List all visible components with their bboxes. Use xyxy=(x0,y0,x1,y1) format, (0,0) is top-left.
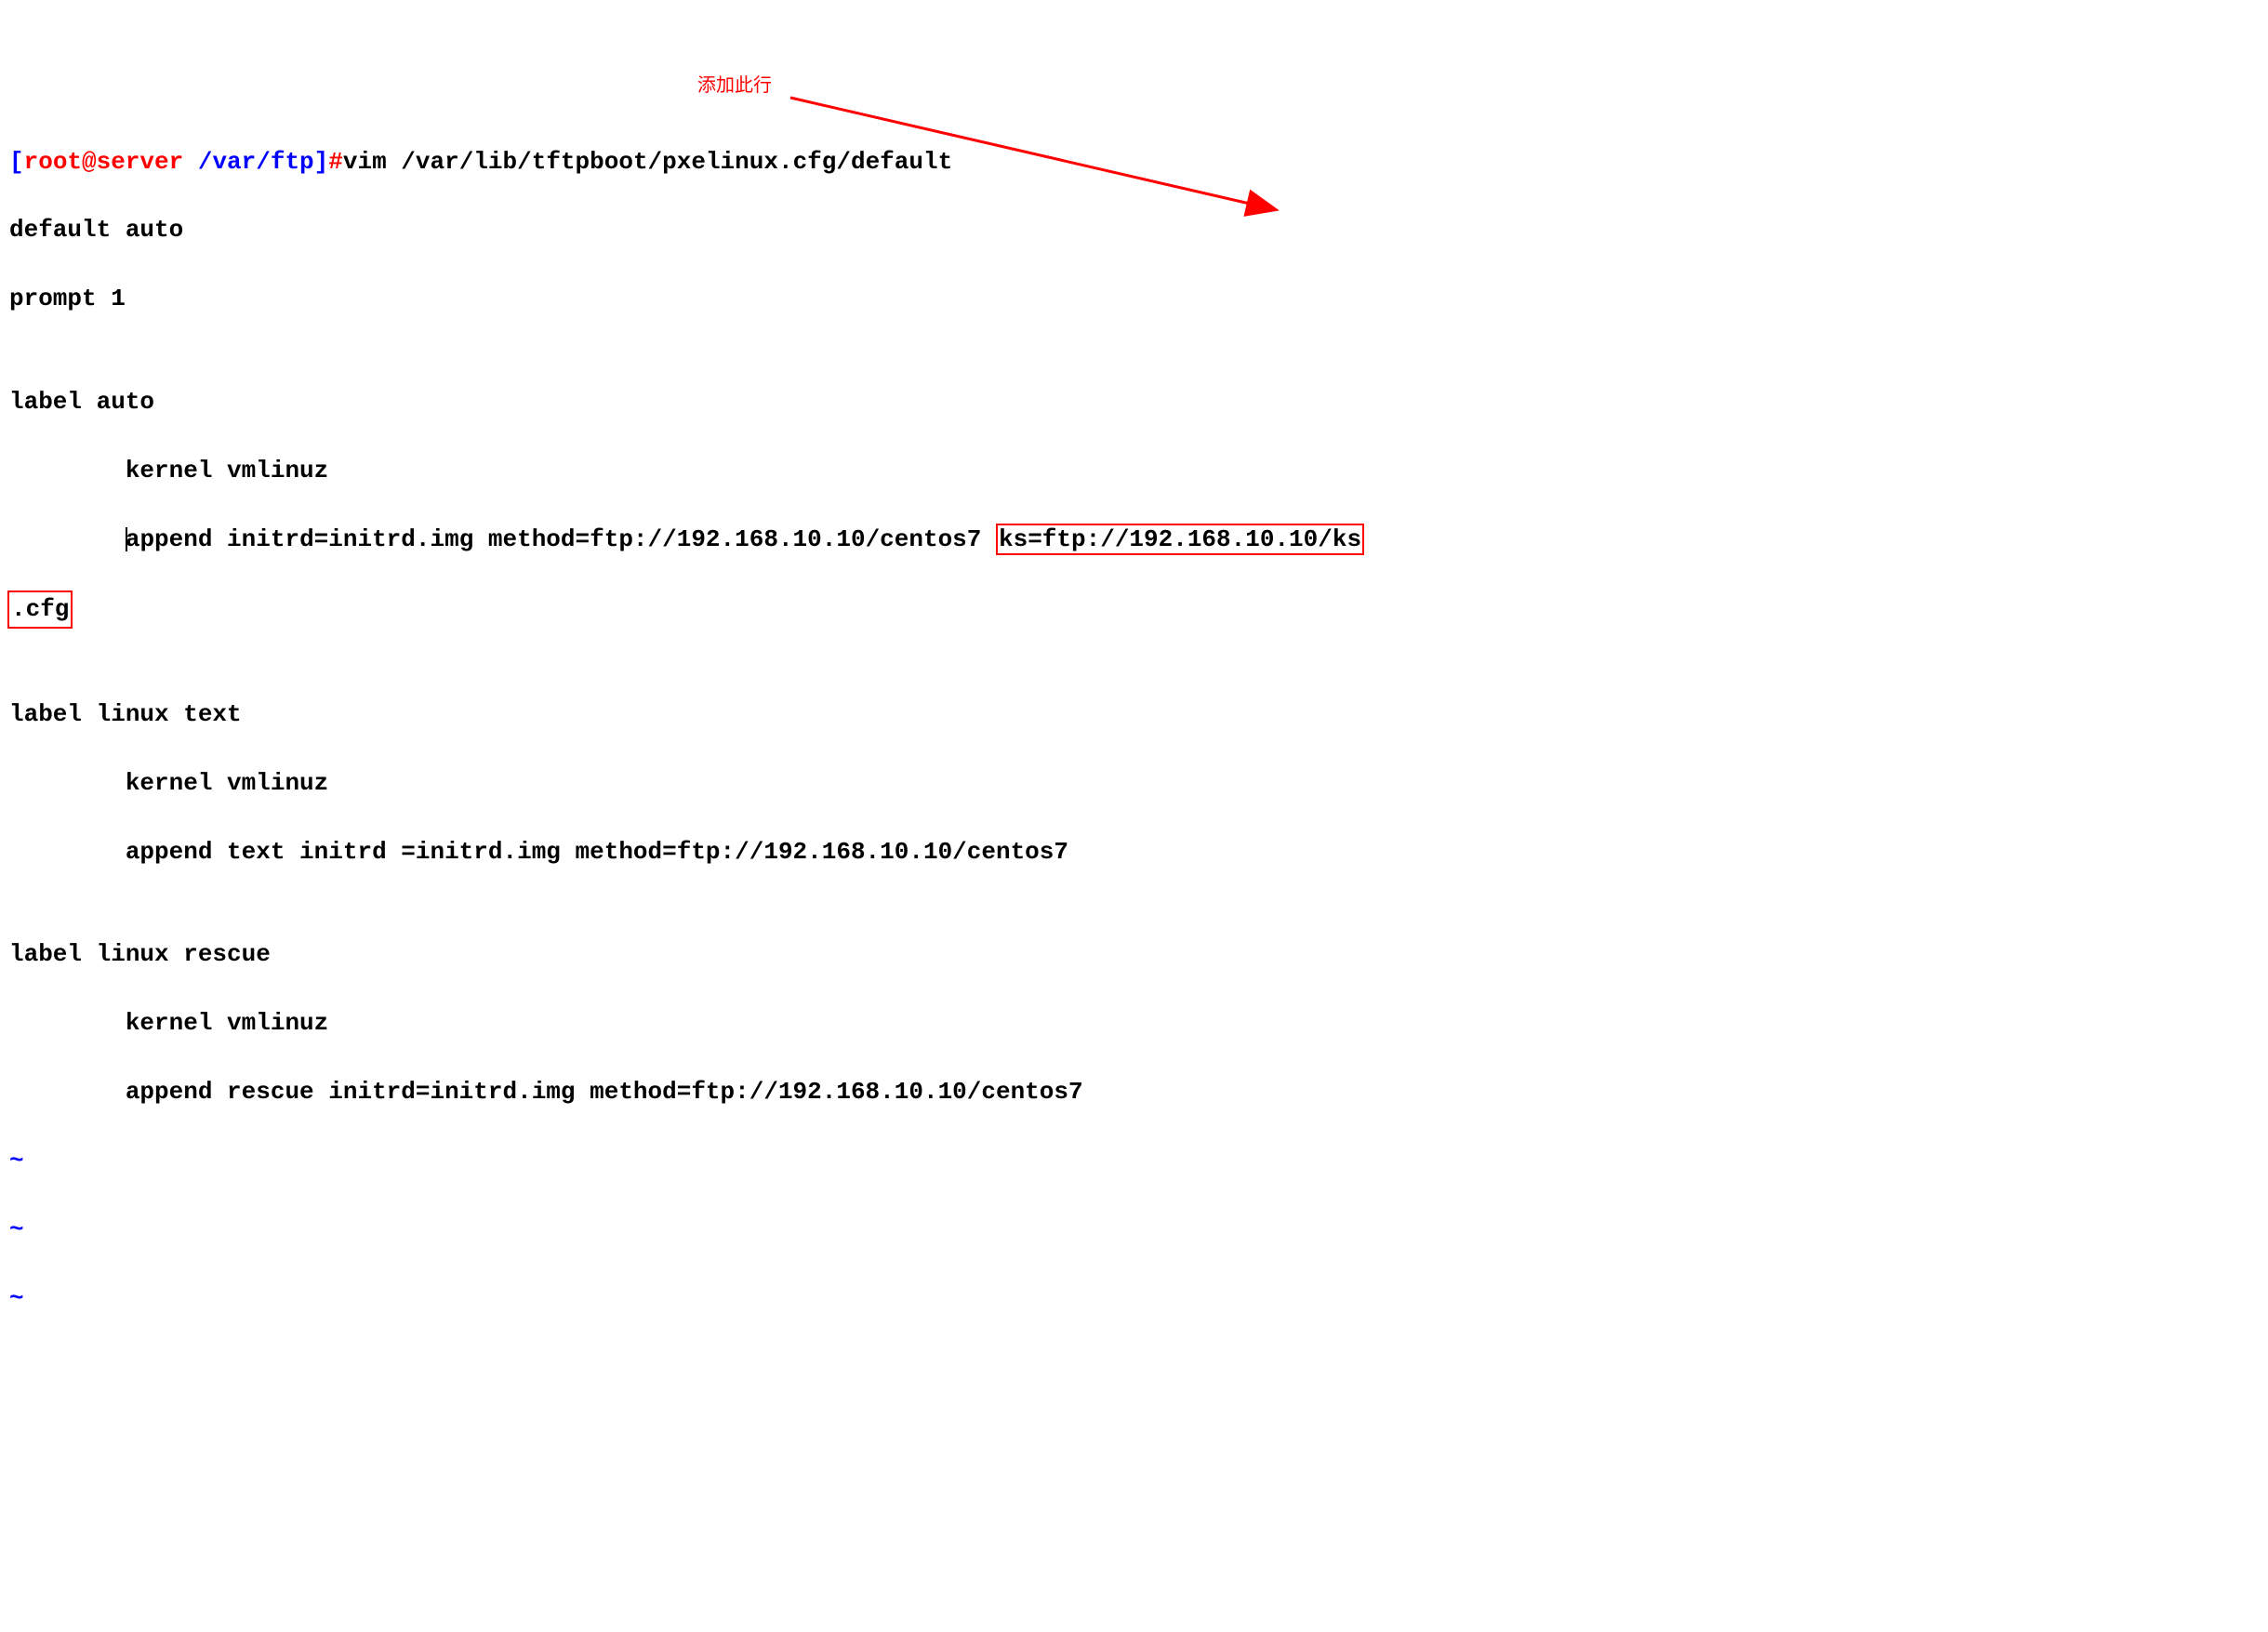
command-text: vim /var/lib/tftpboot/pxelinux.cfg/defau… xyxy=(343,148,952,176)
file-line[interactable]: prompt 1 xyxy=(9,282,2259,316)
prompt-hash: # xyxy=(328,148,343,176)
file-line[interactable]: kernel vmlinuz xyxy=(9,1006,2259,1041)
file-line[interactable]: label linux rescue xyxy=(9,937,2259,972)
file-line[interactable]: label linux text xyxy=(9,697,2259,732)
indent xyxy=(9,1078,126,1106)
indent xyxy=(9,769,126,797)
file-line-append[interactable]: append initrd=initrd.img method=ftp://19… xyxy=(9,523,2259,557)
vim-tilde: ~ xyxy=(9,1213,2259,1247)
kernel-line: kernel vmlinuz xyxy=(126,1009,328,1037)
file-line-cfg[interactable]: .cfg xyxy=(9,590,2259,629)
append-line: append rescue initrd=initrd.img method=f… xyxy=(126,1078,1083,1106)
prompt-path: /var/ftp xyxy=(198,148,314,176)
file-line[interactable]: append rescue initrd=initrd.img method=f… xyxy=(9,1075,2259,1109)
file-line[interactable]: kernel vmlinuz xyxy=(9,454,2259,488)
indent xyxy=(9,1009,126,1037)
prompt-close-bracket: ] xyxy=(314,148,329,176)
file-line[interactable]: kernel vmlinuz xyxy=(9,766,2259,801)
indent xyxy=(9,457,126,484)
indent xyxy=(9,525,126,553)
kernel-line: kernel vmlinuz xyxy=(126,457,328,484)
vim-tilde: ~ xyxy=(9,1281,2259,1316)
file-line[interactable]: label auto xyxy=(9,385,2259,419)
prompt-user-host: root@server xyxy=(24,148,198,176)
file-line[interactable]: default auto xyxy=(9,213,2259,247)
append-text: ppend initrd=initrd.img method=ftp://192… xyxy=(139,525,996,553)
highlighted-ks-part2: .cfg xyxy=(7,590,73,629)
file-line[interactable]: append text initrd =initrd.img method=ft… xyxy=(9,835,2259,869)
highlighted-ks-part1: ks=ftp://192.168.10.10/ks xyxy=(996,524,1364,555)
prompt-line[interactable]: [root@server /var/ftp]#vim /var/lib/tftp… xyxy=(9,145,2259,179)
append-line: append text initrd =initrd.img method=ft… xyxy=(126,838,1068,866)
cursor-char: a xyxy=(126,525,140,553)
kernel-line: kernel vmlinuz xyxy=(126,769,328,797)
vim-tilde: ~ xyxy=(9,1144,2259,1178)
prompt-open-bracket: [ xyxy=(9,148,24,176)
annotation-label: 添加此行 xyxy=(697,73,772,99)
indent xyxy=(9,838,126,866)
